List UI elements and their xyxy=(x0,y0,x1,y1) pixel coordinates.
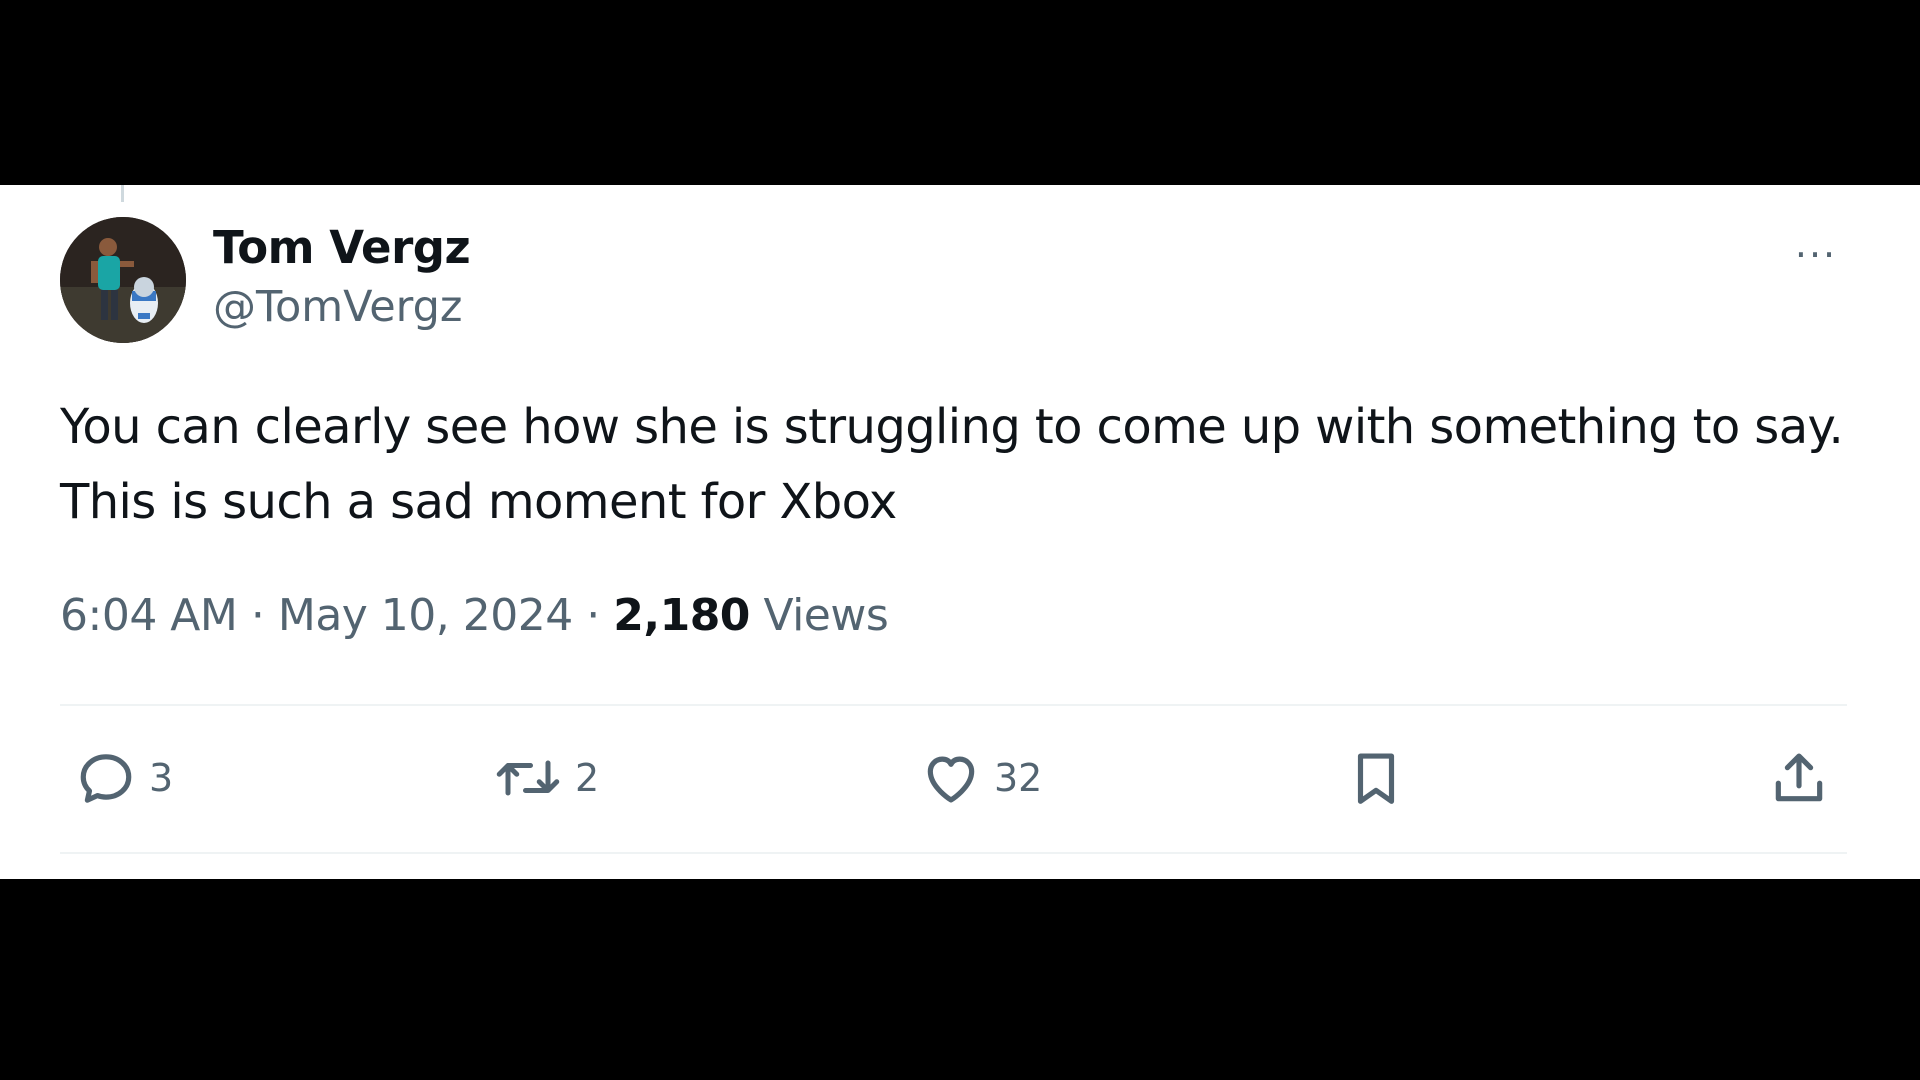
heart-icon xyxy=(927,756,975,803)
more-options-button[interactable]: ··· xyxy=(1788,233,1844,277)
bookmark-icon xyxy=(1357,753,1395,804)
reply-icon xyxy=(80,754,132,803)
tweet-text: You can clearly see how she is strugglin… xyxy=(60,399,1844,530)
more-icon: ··· xyxy=(1794,233,1838,277)
divider xyxy=(60,852,1847,854)
share-icon xyxy=(1775,753,1823,802)
views-count: 2,180 xyxy=(613,590,750,641)
retweet-count: 2 xyxy=(575,756,600,800)
reply-button[interactable]: 3 xyxy=(75,747,173,809)
thread-connector-line xyxy=(121,185,124,202)
reply-count: 3 xyxy=(149,756,174,800)
tweet-date[interactable]: May 10, 2024 xyxy=(278,590,573,641)
views-label: Views xyxy=(763,590,889,641)
share-button[interactable] xyxy=(1768,747,1830,809)
retweet-icon xyxy=(496,760,560,796)
avatar[interactable] xyxy=(60,217,186,343)
meta-separator: · xyxy=(250,590,265,641)
screenshot-frame: Tom Vergz @TomVergz ··· You can clearly … xyxy=(0,0,1920,1080)
avatar-image xyxy=(60,217,186,343)
retweet-button[interactable]: 2 xyxy=(493,747,599,809)
author-name[interactable]: Tom Vergz xyxy=(213,221,471,274)
like-count: 32 xyxy=(994,756,1043,800)
tweet-time[interactable]: 6:04 AM xyxy=(60,590,238,641)
like-button[interactable]: 32 xyxy=(920,747,1042,809)
bookmark-button[interactable] xyxy=(1345,747,1407,809)
tweet-metadata: 6:04 AM · May 10, 2024 · 2,180 Views xyxy=(60,590,889,641)
author-handle[interactable]: @TomVergz xyxy=(213,282,462,332)
tweet-card: Tom Vergz @TomVergz ··· You can clearly … xyxy=(0,185,1920,879)
divider xyxy=(60,704,1847,706)
meta-separator: · xyxy=(586,590,600,641)
